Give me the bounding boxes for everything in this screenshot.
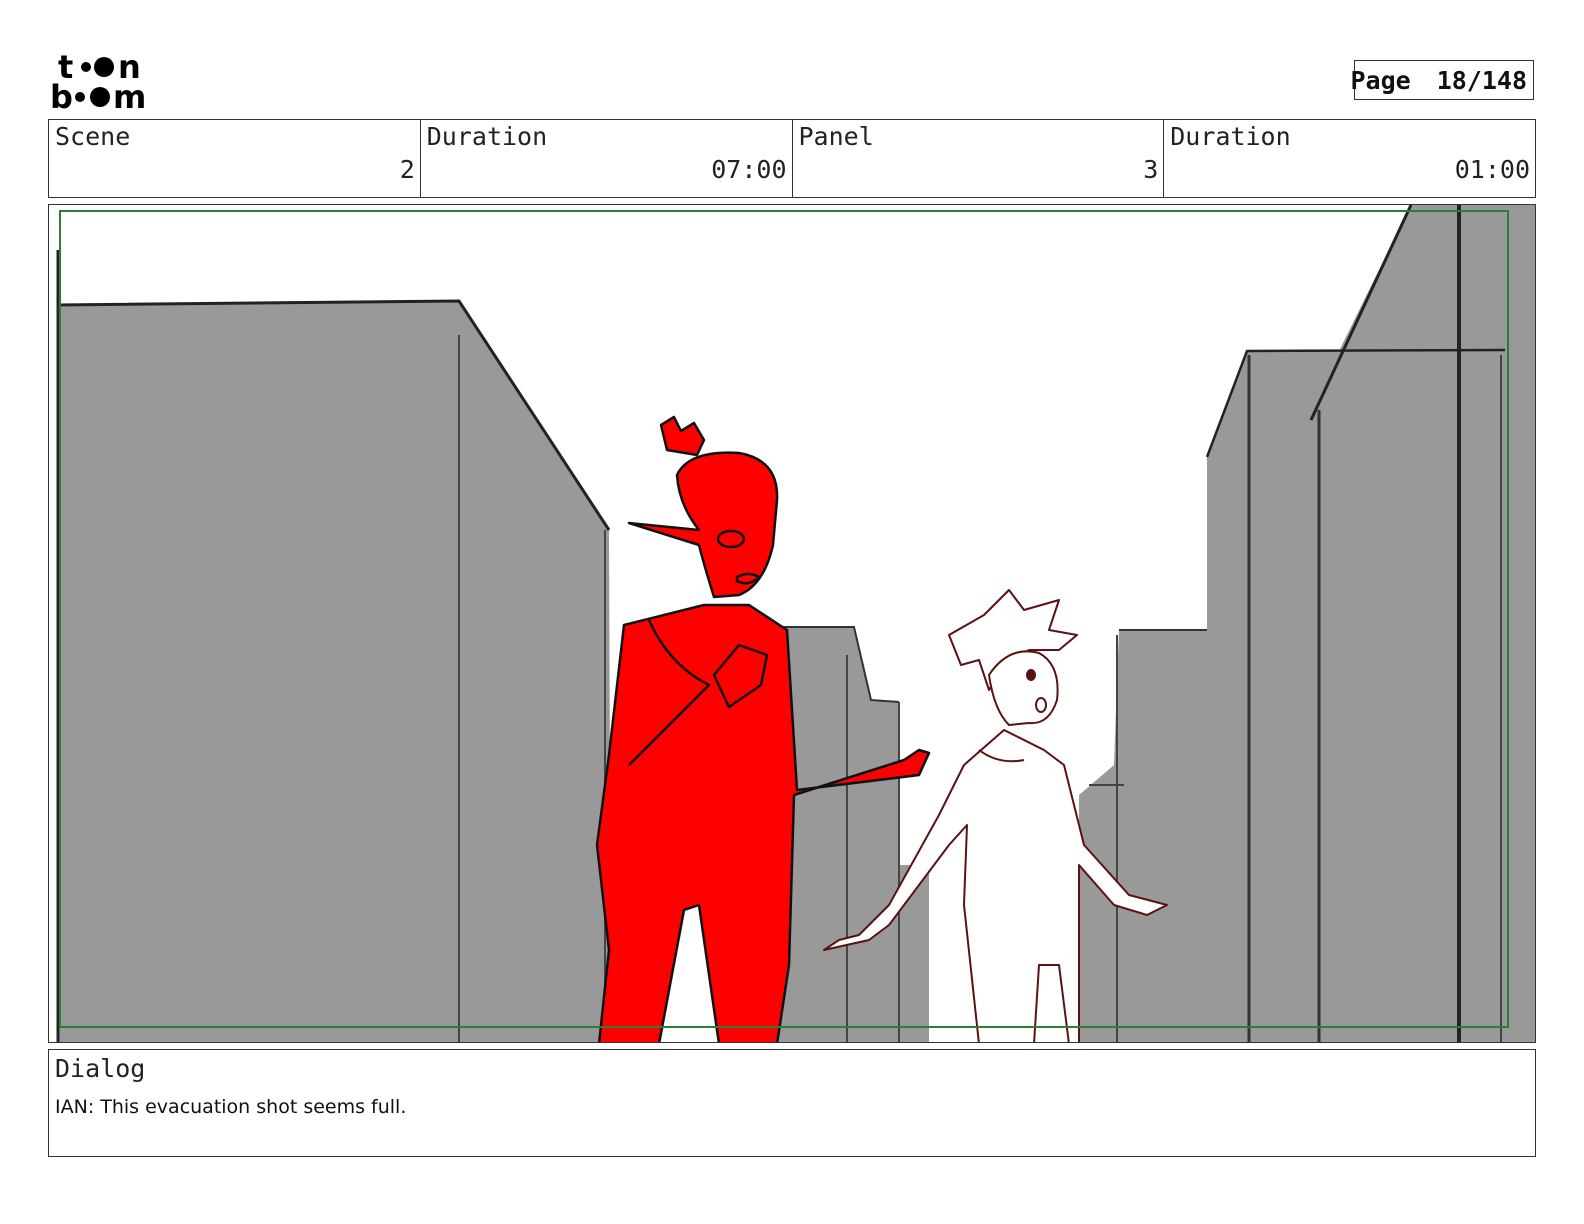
dialog-text: IAN: This evacuation shot seems full. <box>55 1096 407 1118</box>
scene-duration-label: Duration <box>426 122 548 151</box>
svg-text:m: m <box>113 78 146 112</box>
toon-boom-logo: t n b m <box>50 50 146 112</box>
page-label: Page <box>1350 65 1411 95</box>
panel-duration-value: 01:00 <box>1454 155 1530 184</box>
panel-artwork <box>49 205 1535 1042</box>
page-indicator: Page 18/148 <box>1350 60 1534 100</box>
scene-header-table: Scene 2 Duration 07:00 Panel 3 Duration … <box>48 119 1536 198</box>
svg-text:b: b <box>50 78 73 112</box>
scene-cell: Scene 2 <box>49 120 421 197</box>
scene-duration-cell: Duration 07:00 <box>421 120 793 197</box>
scene-label: Scene <box>55 122 131 151</box>
dialog-section: Dialog IAN: This evacuation shot seems f… <box>48 1049 1536 1157</box>
storyboard-panel <box>48 204 1536 1043</box>
scene-duration-value: 07:00 <box>711 155 787 184</box>
scene-value: 2 <box>399 155 415 184</box>
panel-duration-cell: Duration 01:00 <box>1164 120 1535 197</box>
page-number: 18/148 <box>1436 65 1527 95</box>
panel-label: Panel <box>798 122 874 151</box>
panel-value: 3 <box>1143 155 1159 184</box>
dialog-label: Dialog <box>55 1054 146 1083</box>
panel-duration-label: Duration <box>1170 122 1291 151</box>
panel-cell: Panel 3 <box>793 120 1165 197</box>
